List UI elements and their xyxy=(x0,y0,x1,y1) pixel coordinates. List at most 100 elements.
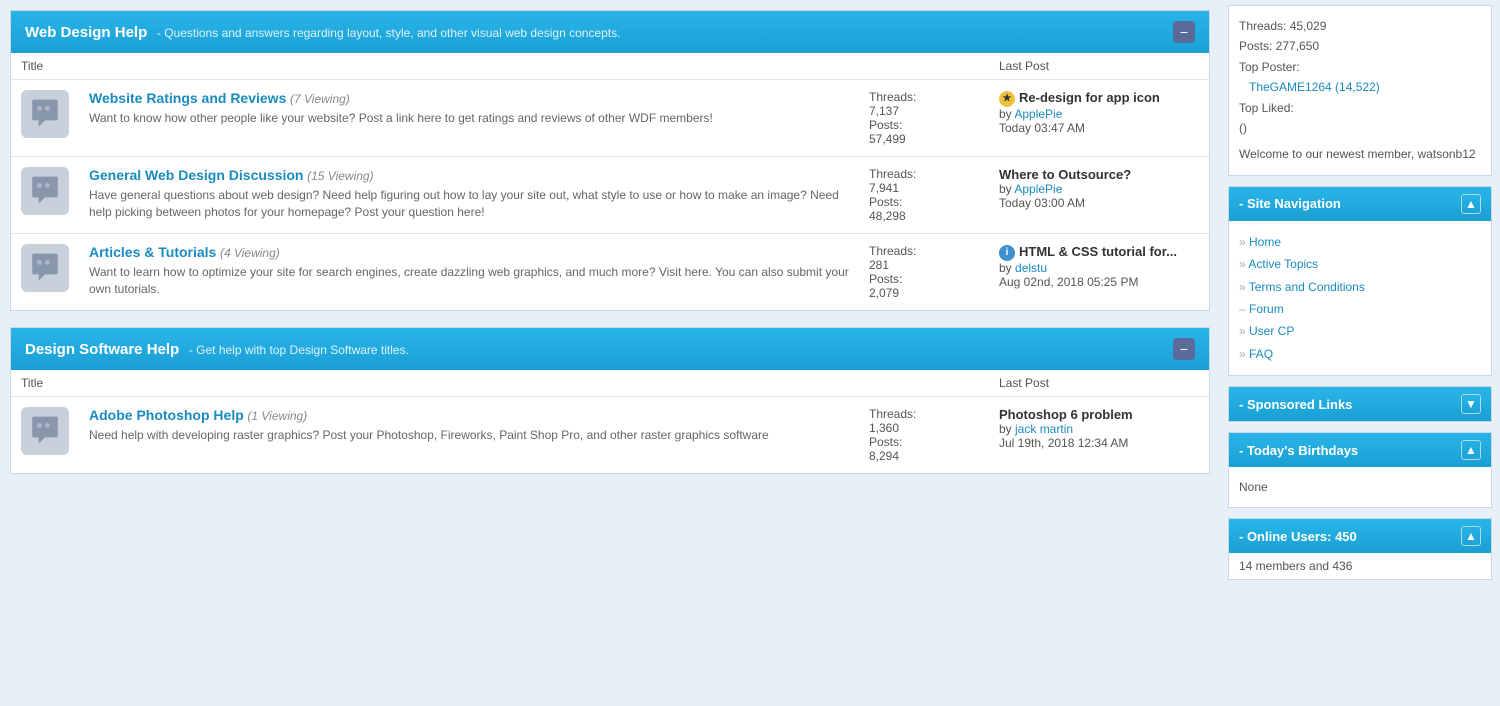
forum-title-link[interactable]: Website Ratings and Reviews xyxy=(89,90,286,106)
lastpost-title: iHTML & CSS tutorial for... xyxy=(999,244,1199,261)
nav-item-terms-and-conditions[interactable]: Terms and Conditions xyxy=(1239,276,1481,298)
birthdays-header: - Today's Birthdays ▲ xyxy=(1229,433,1491,467)
top-liked-val: () xyxy=(1239,118,1481,138)
top-liked-label: Top Liked: xyxy=(1239,98,1481,118)
forum-table-web-design-help: Title Last Post Website Ratings and Revi… xyxy=(11,53,1209,310)
threads-stat: Threads:1,360 xyxy=(869,407,979,435)
lastpost-author-link[interactable]: ApplePie xyxy=(1014,107,1062,121)
forum-icon-cell xyxy=(11,80,79,157)
section-desc: - Get help with top Design Software titl… xyxy=(189,343,409,357)
site-navigation-body: Home Active Topics Terms and Conditions For… xyxy=(1229,221,1491,375)
col-stats-header xyxy=(859,53,989,80)
sponsored-links-collapse-btn[interactable]: ▼ xyxy=(1461,394,1481,414)
chat-bubble-icon xyxy=(29,98,61,130)
lastpost-by: by ApplePie xyxy=(999,182,1199,196)
col-title-header: Title xyxy=(11,53,859,80)
section-header-text: Web Design Help - Questions and answers … xyxy=(25,24,620,41)
forum-icon xyxy=(21,244,69,292)
sponsored-links-widget: - Sponsored Links ▼ xyxy=(1228,386,1492,422)
nav-link[interactable]: FAQ xyxy=(1249,347,1273,361)
forum-desc: Have general questions about web design?… xyxy=(89,187,849,221)
online-users-content: 14 members and 436 xyxy=(1239,559,1352,573)
lastpost-time: Aug 02nd, 2018 05:25 PM xyxy=(999,275,1199,289)
lastpost-by: by jack martin xyxy=(999,422,1199,436)
forum-title-link[interactable]: General Web Design Discussion xyxy=(89,167,303,183)
posts-stat: Posts:48,298 xyxy=(869,195,979,223)
forum-stats-cell: Threads:1,360 Posts:8,294 xyxy=(859,397,989,474)
forum-lastpost-cell: ★Re-design for app icon by ApplePie Toda… xyxy=(989,80,1209,157)
welcome-text: Welcome to our newest member, watsonb12 xyxy=(1239,144,1481,164)
nav-item-user-cp[interactable]: User CP xyxy=(1239,320,1481,342)
site-navigation-header: - Site Navigation ▲ xyxy=(1229,187,1491,221)
online-users-body: 14 members and 436 xyxy=(1229,553,1491,579)
lastpost-author-link[interactable]: ApplePie xyxy=(1014,182,1062,196)
forum-icon xyxy=(21,90,69,138)
forum-title-link[interactable]: Adobe Photoshop Help xyxy=(89,407,244,423)
nav-item-faq[interactable]: FAQ xyxy=(1239,343,1481,365)
forum-icon-cell xyxy=(11,157,79,234)
lastpost-star-icon: ★ xyxy=(999,91,1015,107)
section-header-design-software-help: Design Software Help - Get help with top… xyxy=(11,328,1209,370)
birthdays-collapse-btn[interactable]: ▲ xyxy=(1461,440,1481,460)
viewing-count: (1 Viewing) xyxy=(247,409,307,423)
posts-stat: Posts:57,499 xyxy=(869,118,979,146)
stats-widget-body: Threads: 45,029 Posts: 277,650 Top Poste… xyxy=(1229,6,1491,175)
forum-stats-cell: Threads:7,941 Posts:48,298 xyxy=(859,157,989,234)
nav-item-forum[interactable]: Forum xyxy=(1239,298,1481,320)
nav-link[interactable]: Active Topics xyxy=(1248,257,1318,271)
lastpost-title: Where to Outsource? xyxy=(999,167,1199,182)
forum-info-cell: Adobe Photoshop Help (1 Viewing) Need he… xyxy=(79,397,859,474)
section-collapse-btn[interactable]: − xyxy=(1173,338,1195,360)
forum-stats-cell: Threads:281 Posts:2,079 xyxy=(859,234,989,311)
section-header-text: Design Software Help - Get help with top… xyxy=(25,341,409,358)
forum-section-design-software-help: Design Software Help - Get help with top… xyxy=(10,327,1210,474)
online-users-collapse-btn[interactable]: ▲ xyxy=(1461,526,1481,546)
posts-stat: Posts:2,079 xyxy=(869,272,979,300)
forum-table-design-software-help: Title Last Post Adobe Photoshop Help (1 … xyxy=(11,370,1209,473)
lastpost-title: ★Re-design for app icon xyxy=(999,90,1199,107)
nav-link[interactable]: Forum xyxy=(1249,302,1284,316)
section-collapse-btn[interactable]: − xyxy=(1173,21,1195,43)
lastpost-time: Today 03:47 AM xyxy=(999,121,1199,135)
forum-info-cell: Articles & Tutorials (4 Viewing) Want to… xyxy=(79,234,859,311)
forum-lastpost-cell: Where to Outsource? by ApplePie Today 03… xyxy=(989,157,1209,234)
forum-desc: Need help with developing raster graphic… xyxy=(89,427,849,444)
nav-link[interactable]: Home xyxy=(1249,235,1281,249)
forum-desc: Want to know how other people like your … xyxy=(89,110,849,127)
forum-icon-cell xyxy=(11,397,79,474)
sponsored-links-header: - Sponsored Links ▼ xyxy=(1229,387,1491,421)
forum-row: Website Ratings and Reviews (7 Viewing) … xyxy=(11,80,1209,157)
forum-row: Articles & Tutorials (4 Viewing) Want to… xyxy=(11,234,1209,311)
viewing-count: (7 Viewing) xyxy=(290,92,350,106)
chat-bubble-icon xyxy=(29,175,61,207)
lastpost-author-link[interactable]: delstu xyxy=(1015,261,1047,275)
lastpost-title: Photoshop 6 problem xyxy=(999,407,1199,422)
online-users-title: - Online Users: 450 xyxy=(1239,529,1357,544)
forum-section-web-design-help: Web Design Help - Questions and answers … xyxy=(10,10,1210,311)
lastpost-time: Today 03:00 AM xyxy=(999,196,1199,210)
main-content: Web Design Help - Questions and answers … xyxy=(0,0,1220,706)
nav-item-active-topics[interactable]: Active Topics xyxy=(1239,253,1481,275)
nav-item-home[interactable]: Home xyxy=(1239,231,1481,253)
birthdays-title: - Today's Birthdays xyxy=(1239,443,1358,458)
col-lastpost-header: Last Post xyxy=(989,370,1209,397)
stats-widget: Threads: 45,029 Posts: 277,650 Top Poste… xyxy=(1228,5,1492,176)
viewing-count: (15 Viewing) xyxy=(307,169,373,183)
lastpost-time: Jul 19th, 2018 12:34 AM xyxy=(999,436,1199,450)
col-stats-header xyxy=(859,370,989,397)
nav-link[interactable]: Terms and Conditions xyxy=(1249,280,1365,294)
viewing-count: (4 Viewing) xyxy=(220,246,280,260)
forum-row: Adobe Photoshop Help (1 Viewing) Need he… xyxy=(11,397,1209,474)
lastpost-author-link[interactable]: jack martin xyxy=(1015,422,1073,436)
forum-title-link[interactable]: Articles & Tutorials xyxy=(89,244,216,260)
forum-info-cell: Website Ratings and Reviews (7 Viewing) … xyxy=(79,80,859,157)
top-poster-link[interactable]: TheGAME1264 (14,522) xyxy=(1249,80,1380,94)
site-navigation-collapse-btn[interactable]: ▲ xyxy=(1461,194,1481,214)
chat-bubble-icon xyxy=(29,415,61,447)
lastpost-by: by ApplePie xyxy=(999,107,1199,121)
forum-desc: Want to learn how to optimize your site … xyxy=(89,264,849,298)
section-desc: - Questions and answers regarding layout… xyxy=(157,26,621,40)
col-title-header: Title xyxy=(11,370,859,397)
nav-link[interactable]: User CP xyxy=(1249,324,1294,338)
lastpost-by: by delstu xyxy=(999,261,1199,275)
